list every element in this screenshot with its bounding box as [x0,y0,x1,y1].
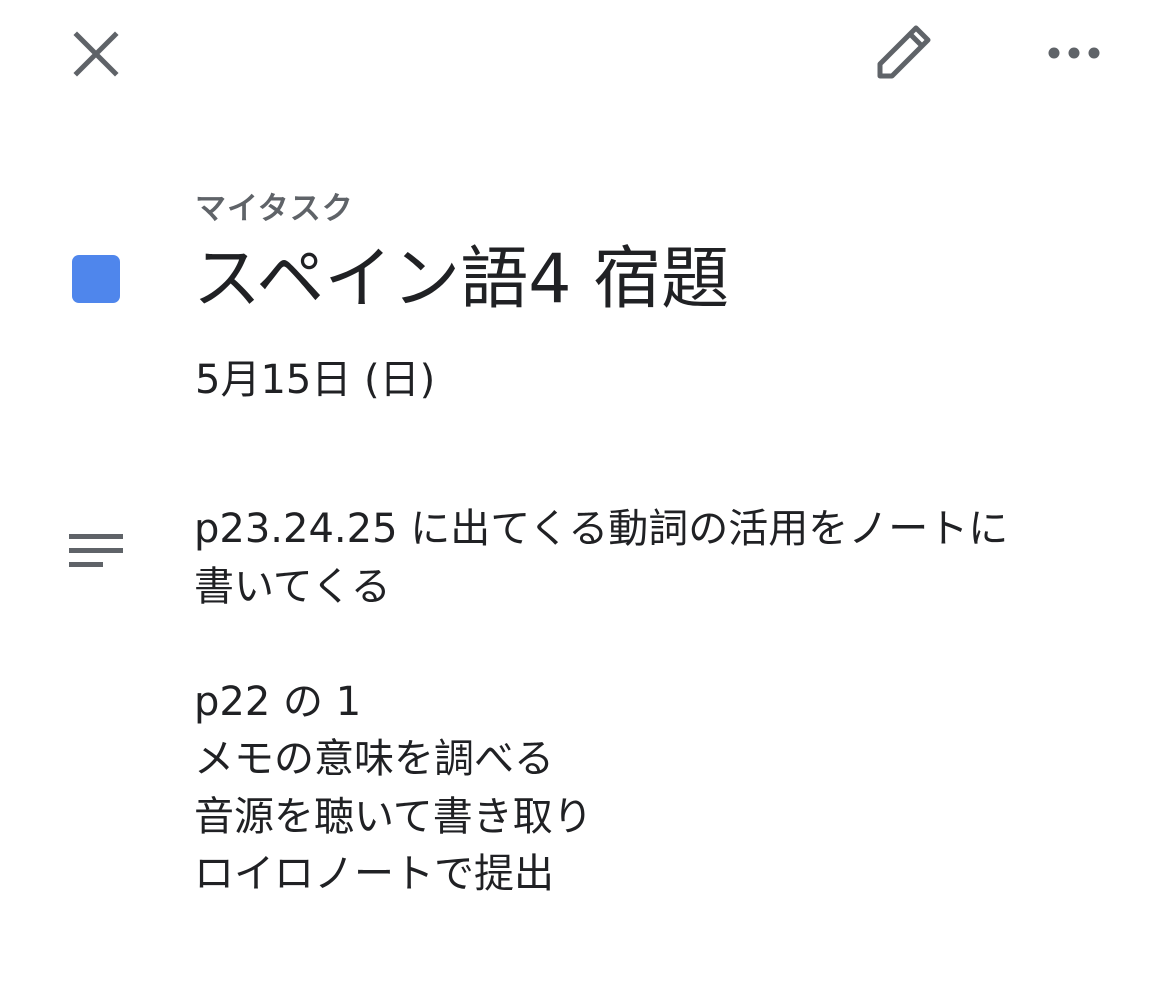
task-color-swatch [72,255,120,303]
notes-line: 書いてくる [194,563,391,610]
close-icon [73,31,119,77]
notes-line: p22 の 1 [194,678,362,725]
pencil-icon [877,25,931,79]
task-due-date[interactable]: 5月15日 (日) [195,355,435,405]
notes-line: 音源を聴いて書き取り [194,793,593,840]
more-horizontal-icon [1048,47,1100,59]
notes-line: ロイロノートで提出 [194,851,554,897]
notes-line: メモの意味を調べる [194,736,554,782]
notes-icon [66,528,126,574]
close-button[interactable] [62,20,130,88]
edit-button[interactable] [866,18,944,90]
task-list-name[interactable]: マイタスク [195,183,354,228]
notes-line [194,616,1124,674]
task-notes[interactable]: p23.24.25 に出てくる動詞の活用をノートに 書いてくる p22 の 1 … [194,501,1124,904]
task-title[interactable]: スペイン語4 宿題 [193,240,729,320]
notes-line: p23.24.25 に出てくる動詞の活用をノートに [194,506,1009,552]
more-options-button[interactable] [1038,22,1110,86]
